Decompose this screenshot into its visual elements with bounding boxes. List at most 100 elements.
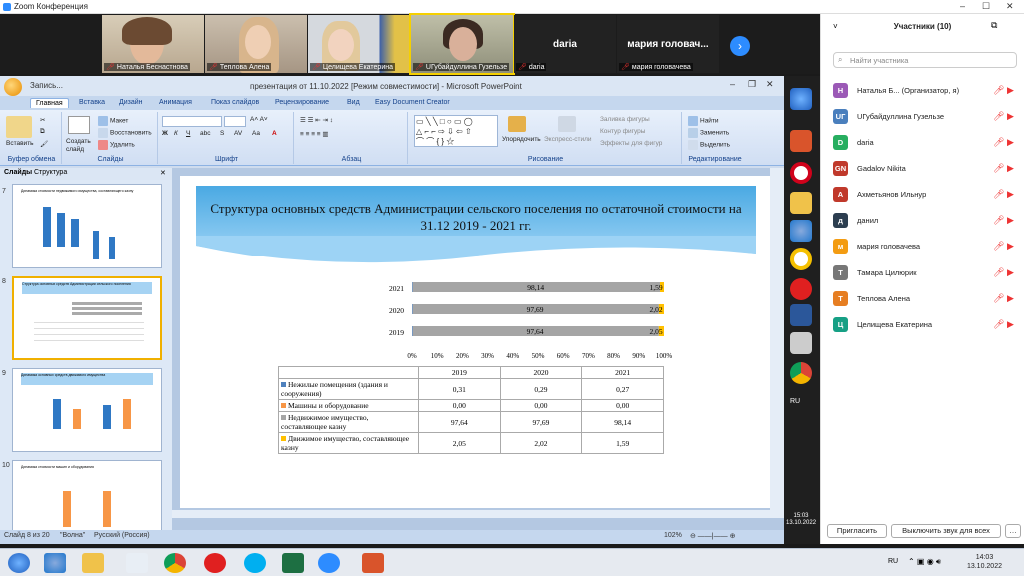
office-button-icon[interactable] [4, 78, 22, 96]
quick-styles-icon[interactable] [558, 116, 576, 132]
participant-row[interactable]: д данил 🎤︎ ▶ [833, 212, 1017, 230]
layout-button[interactable]: Макет [98, 116, 128, 126]
tab-home[interactable]: Главная [30, 98, 69, 108]
video-tile[interactable]: 🎤︎ Целищева Екатерина [308, 15, 410, 73]
quick-styles-button[interactable]: Экспресс-стили [544, 136, 592, 143]
underline-icon[interactable]: Ч [186, 130, 190, 137]
explorer-taskbar-icon[interactable] [82, 553, 104, 573]
ppt-close-icon[interactable]: ✕ [766, 79, 774, 90]
tab-outline[interactable]: Структура [34, 169, 67, 176]
tab-animation[interactable]: Анимация [154, 98, 197, 107]
paste-button[interactable]: Вставить [6, 140, 34, 147]
video-off-icon[interactable]: ▶ [1007, 111, 1014, 122]
zoom-slider[interactable]: ⊖ ——|—— ⊕ [690, 532, 735, 540]
participant-row[interactable]: Ddaria 🎤︎ ▶ [833, 134, 1017, 152]
video-off-icon[interactable]: ▶ [1007, 137, 1014, 148]
maximize-icon[interactable]: ☐ [982, 1, 990, 12]
powerpoint-taskbar-icon[interactable] [362, 553, 384, 573]
pane-close-icon[interactable]: ✕ [160, 169, 166, 177]
muted-mic-icon[interactable]: 🎤︎ [993, 293, 1004, 304]
select-button[interactable]: Выделить [688, 140, 730, 150]
replace-button[interactable]: Заменить [688, 128, 729, 138]
new-slide-button[interactable]: Создать слайд [66, 138, 94, 154]
participant-row[interactable]: UГ UГубайдуллина Гузельзе 🎤︎ ▶ [833, 108, 1017, 126]
close-icon[interactable]: ✕ [1006, 1, 1014, 12]
tab-insert[interactable]: Вставка [74, 98, 110, 107]
muted-mic-icon[interactable]: 🎤︎ [993, 267, 1004, 278]
chrome-icon[interactable] [790, 362, 812, 384]
copy-icon[interactable]: ⧉ [40, 128, 45, 136]
spacing-icon[interactable]: AV [234, 130, 242, 137]
ppt-minimize-icon[interactable]: – [730, 79, 735, 89]
italic-icon[interactable]: К [174, 130, 178, 137]
yandex-taskbar-icon[interactable] [204, 553, 226, 573]
reset-button[interactable]: Восстановить [98, 128, 152, 138]
video-tile[interactable]: daria 🎤︎ daria [514, 15, 616, 73]
media-taskbar-icon[interactable] [126, 553, 148, 573]
video-off-icon[interactable]: ▶ [1007, 293, 1014, 304]
video-off-icon[interactable]: ▶ [1007, 189, 1014, 200]
more-button[interactable]: … [1005, 524, 1021, 538]
ppt-restore-icon[interactable]: ❐ [748, 79, 756, 90]
case-icon[interactable]: Aa [252, 130, 260, 137]
bullets-icon[interactable]: ☰ ☰ ⇤ ⇥ ↕ [300, 116, 333, 124]
tray-icons[interactable]: ⌃ ▣ ◉ 🔊︎ [908, 557, 941, 567]
align-icons[interactable]: ≡ ≡ ≡ ≡ ▥ [300, 130, 329, 138]
folder-icon[interactable] [790, 192, 812, 214]
muted-mic-icon[interactable]: 🎤︎ [993, 215, 1004, 226]
strikethrough-icon[interactable]: abc [200, 130, 210, 137]
video-off-icon[interactable]: ▶ [1007, 267, 1014, 278]
powerpoint-icon[interactable] [790, 130, 812, 152]
mute-all-button[interactable]: Выключить звук для всех [891, 524, 1001, 538]
participant-row[interactable]: м мария головачева 🎤︎ ▶ [833, 238, 1017, 256]
participant-row[interactable]: GN Gadalov Nikita 🎤︎ ▶ [833, 160, 1017, 178]
yandex-icon[interactable] [790, 278, 812, 300]
tab-slides[interactable]: Слайды [4, 169, 32, 176]
shape-outline-button[interactable]: Контур фигуры [600, 128, 645, 135]
participant-row[interactable]: Ц Целищева Екатерина 🎤︎ ▶ [833, 316, 1017, 334]
chrome-taskbar-icon[interactable] [164, 553, 186, 573]
popout-icon[interactable]: ⧉ [991, 20, 997, 31]
muted-mic-icon[interactable]: 🎤︎ [993, 241, 1004, 252]
quick-access-toolbar[interactable]: Запись... [30, 81, 63, 90]
slide-thumbnail-selected[interactable]: Структура основных средств Администрации… [12, 276, 162, 360]
slide-thumbnail[interactable]: Динамика основных средств движимого имущ… [12, 368, 162, 452]
format-painter-icon[interactable]: 🖌︎ [40, 140, 48, 148]
find-button[interactable]: Найти [688, 116, 719, 126]
muted-mic-icon[interactable]: 🎤︎ [993, 85, 1004, 96]
shape-fill-button[interactable]: Заливка фигуры [600, 116, 650, 123]
skype-taskbar-icon[interactable] [244, 553, 266, 573]
grow-font-icon[interactable]: A˄ A˅ [250, 116, 268, 123]
paste-icon[interactable] [6, 116, 32, 138]
minimize-icon[interactable]: – [960, 1, 965, 11]
slide-thumbnail[interactable]: Динамика стоимости машин и оборудования [12, 460, 162, 530]
delete-button[interactable]: Удалить [98, 140, 135, 150]
participant-search-input[interactable]: Найти участника [833, 52, 1017, 68]
opera-icon[interactable] [790, 162, 812, 184]
video-off-icon[interactable]: ▶ [1007, 215, 1014, 226]
word-icon[interactable] [790, 304, 812, 326]
printer-icon[interactable] [790, 332, 812, 354]
muted-mic-icon[interactable]: 🎤︎ [993, 163, 1004, 174]
participant-row[interactable]: А Ахметьянов Ильнур 🎤︎ ▶ [833, 186, 1017, 204]
slide-thumbnail[interactable]: Динамика стоимости недвижимого имущества… [12, 184, 162, 268]
new-slide-icon[interactable] [68, 116, 90, 134]
video-tile[interactable]: мария головач... 🎤︎ мария головачева [617, 15, 719, 73]
video-tile[interactable]: 🎤︎ Теплова Алена [205, 15, 307, 73]
arrange-icon[interactable] [508, 116, 526, 132]
video-tile[interactable]: 🎤︎ Наталья Беснастнова [102, 15, 204, 73]
font-size-combo[interactable] [224, 116, 246, 127]
tray-lang[interactable]: RU [790, 398, 800, 405]
zoom-level[interactable]: 102% [664, 532, 682, 539]
font-name-combo[interactable] [162, 116, 222, 127]
start-button-icon[interactable] [8, 553, 30, 573]
tab-slideshow[interactable]: Показ слайдов [206, 98, 264, 107]
muted-mic-icon[interactable]: 🎤︎ [993, 137, 1004, 148]
excel-taskbar-icon[interactable] [282, 553, 304, 573]
cut-icon[interactable]: ✂ [40, 116, 45, 124]
muted-mic-icon[interactable]: 🎤︎ [993, 189, 1004, 200]
bold-icon[interactable]: Ж [162, 130, 168, 137]
shadow-icon[interactable]: S [220, 130, 224, 137]
tab-design[interactable]: Дизайн [114, 98, 148, 107]
zoom-taskbar-icon[interactable] [318, 553, 340, 573]
